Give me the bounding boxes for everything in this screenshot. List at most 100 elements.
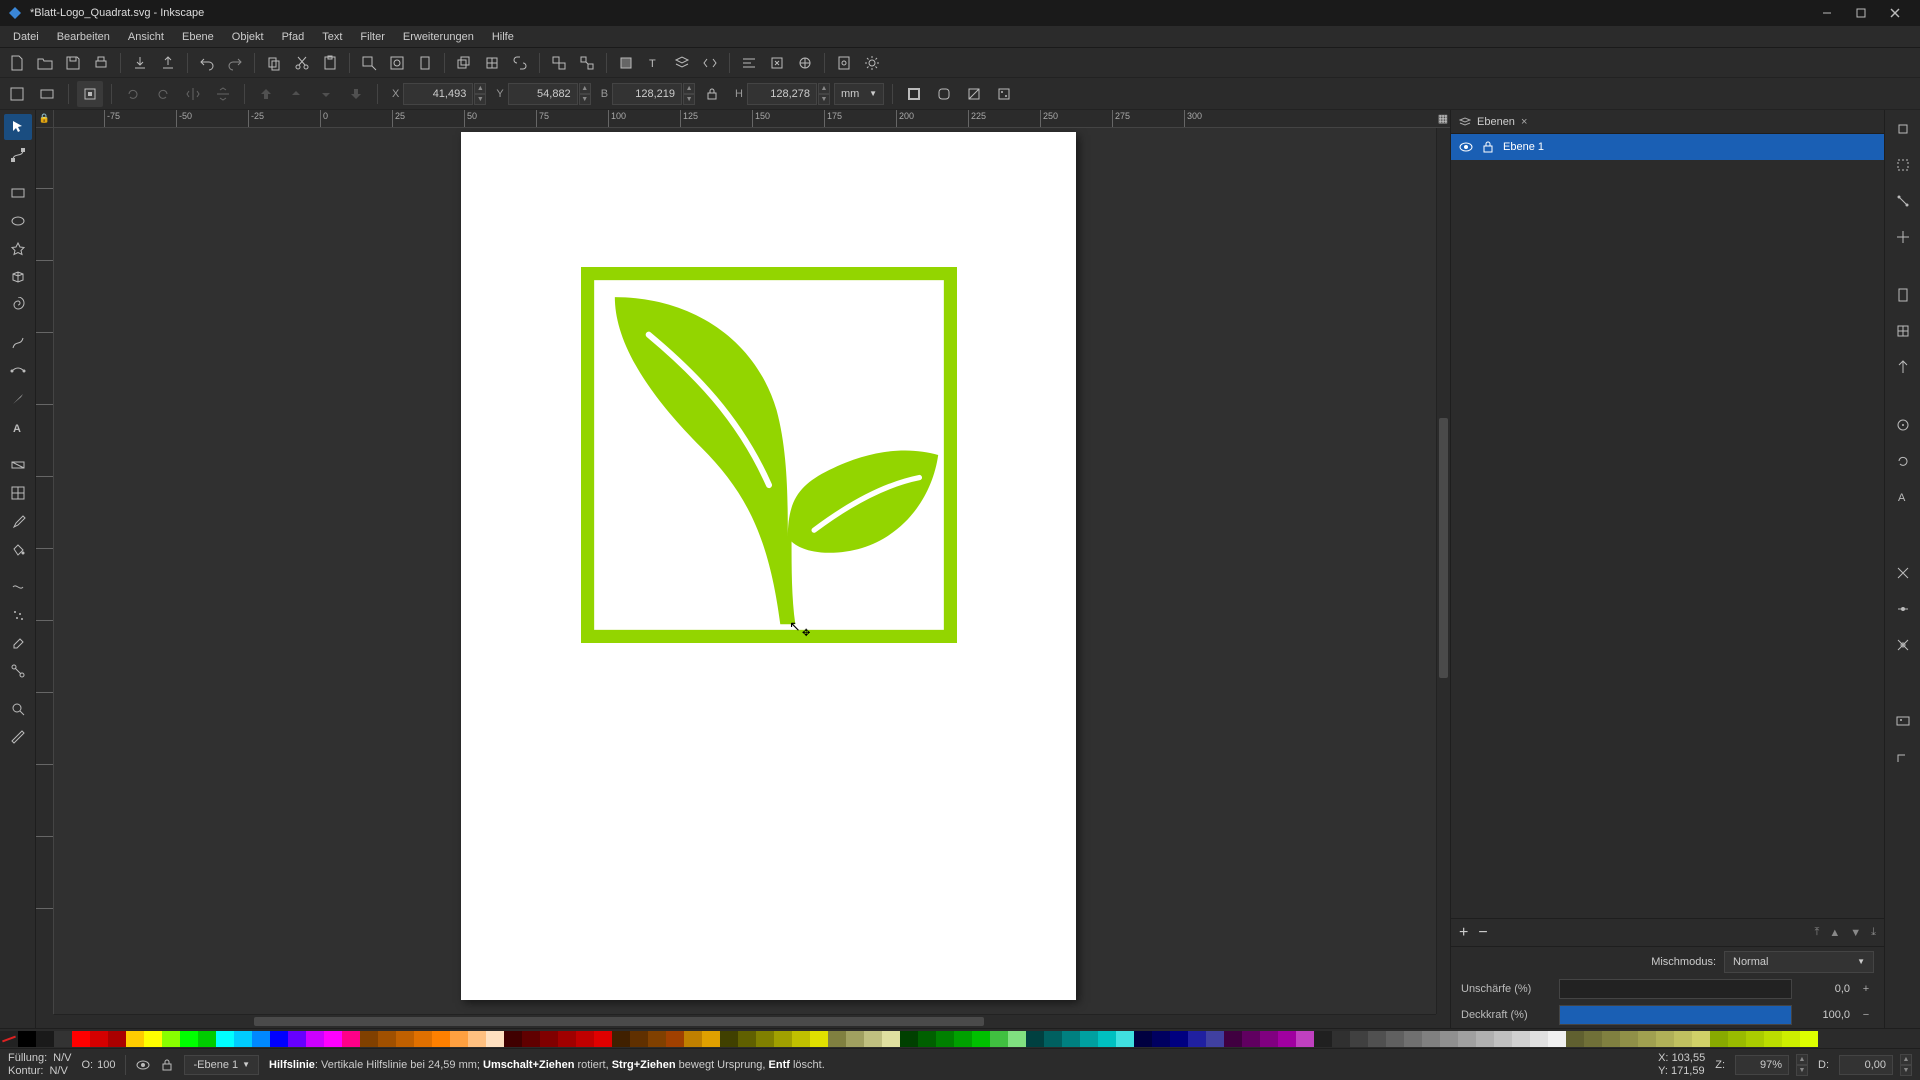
dock-snap-text-button[interactable]: A: [1889, 484, 1917, 510]
cut-button[interactable]: [289, 50, 315, 76]
print-button[interactable]: [88, 50, 114, 76]
color-swatch[interactable]: [756, 1031, 774, 1047]
color-swatch[interactable]: [504, 1031, 522, 1047]
text-dialog-button[interactable]: T: [641, 50, 667, 76]
color-swatch[interactable]: [918, 1031, 936, 1047]
color-swatch[interactable]: [1800, 1031, 1818, 1047]
dock-snap-intersection-button[interactable]: [1889, 632, 1917, 658]
duplicate-button[interactable]: [451, 50, 477, 76]
color-swatch[interactable]: [1602, 1031, 1620, 1047]
color-swatch[interactable]: [702, 1031, 720, 1047]
layers-panel-title[interactable]: Ebenen: [1477, 116, 1515, 128]
color-swatch[interactable]: [1260, 1031, 1278, 1047]
color-swatch[interactable]: [1008, 1031, 1026, 1047]
zoom-page-button[interactable]: [412, 50, 438, 76]
color-swatch[interactable]: [1206, 1031, 1224, 1047]
blur-slider[interactable]: [1559, 979, 1792, 999]
ellipse-tool[interactable]: [4, 208, 32, 234]
color-swatch[interactable]: [216, 1031, 234, 1047]
current-layer-select[interactable]: -Ebene 1▼: [184, 1055, 259, 1075]
zoom-selection-button[interactable]: [356, 50, 382, 76]
color-swatch[interactable]: [90, 1031, 108, 1047]
color-swatch[interactable]: [378, 1031, 396, 1047]
color-swatch[interactable]: [1710, 1031, 1728, 1047]
layers-dialog-button[interactable]: [669, 50, 695, 76]
unlink-clone-button[interactable]: [507, 50, 533, 76]
color-swatch[interactable]: [1584, 1031, 1602, 1047]
color-swatch[interactable]: [720, 1031, 738, 1047]
ungroup-button[interactable]: [574, 50, 600, 76]
color-swatch[interactable]: [1638, 1031, 1656, 1047]
lower-button[interactable]: [313, 81, 339, 107]
w-input[interactable]: 128,219: [612, 83, 682, 105]
color-swatch[interactable]: [1026, 1031, 1044, 1047]
h-input[interactable]: 128,278: [747, 83, 817, 105]
menu-bearbeiten[interactable]: Bearbeiten: [48, 29, 119, 45]
visibility-toggle-icon[interactable]: [136, 1058, 150, 1072]
dropper-tool[interactable]: [4, 508, 32, 534]
color-swatch[interactable]: [468, 1031, 486, 1047]
x-spinner[interactable]: ▲▼: [474, 83, 486, 105]
dock-snap-midpoint-button[interactable]: [1889, 596, 1917, 622]
color-swatch[interactable]: [54, 1031, 72, 1047]
blur-value[interactable]: 0,0: [1800, 983, 1850, 995]
redo-button[interactable]: [222, 50, 248, 76]
color-swatch[interactable]: [180, 1031, 198, 1047]
rotate-cw-button[interactable]: [150, 81, 176, 107]
color-palette[interactable]: [0, 1028, 1920, 1048]
transform-dialog-button[interactable]: [764, 50, 790, 76]
rotation-input[interactable]: 0,00: [1839, 1055, 1893, 1075]
color-swatch[interactable]: [1170, 1031, 1188, 1047]
color-swatch[interactable]: [1134, 1031, 1152, 1047]
remove-layer-button[interactable]: −: [1478, 924, 1487, 942]
color-swatch[interactable]: [1098, 1031, 1116, 1047]
color-swatch[interactable]: [846, 1031, 864, 1047]
color-swatch[interactable]: [144, 1031, 162, 1047]
color-swatch[interactable]: [630, 1031, 648, 1047]
dock-snap-rotation-button[interactable]: [1889, 448, 1917, 474]
group-button[interactable]: [546, 50, 572, 76]
menu-filter[interactable]: Filter: [351, 29, 393, 45]
color-swatch[interactable]: [1764, 1031, 1782, 1047]
opacity-value[interactable]: 100,0: [1800, 1009, 1850, 1021]
color-swatch[interactable]: [1152, 1031, 1170, 1047]
w-spinner[interactable]: ▲▼: [683, 83, 695, 105]
star-tool[interactable]: [4, 236, 32, 262]
color-swatch[interactable]: [1476, 1031, 1494, 1047]
align-dialog-button[interactable]: [736, 50, 762, 76]
color-swatch[interactable]: [882, 1031, 900, 1047]
color-swatch[interactable]: [1548, 1031, 1566, 1047]
vertical-ruler[interactable]: [36, 128, 54, 1014]
color-swatch[interactable]: [306, 1031, 324, 1047]
color-swatch[interactable]: [1494, 1031, 1512, 1047]
horizontal-ruler[interactable]: -75 -50 -25 0 25 50 75 100 125 150 175 2…: [54, 110, 1436, 128]
zoom-drawing-button[interactable]: [384, 50, 410, 76]
color-swatch[interactable]: [1728, 1031, 1746, 1047]
layer-row[interactable]: Ebene 1: [1451, 134, 1884, 160]
color-swatch[interactable]: [1314, 1031, 1332, 1047]
measure-tool[interactable]: [4, 724, 32, 750]
color-swatch[interactable]: [972, 1031, 990, 1047]
color-swatch[interactable]: [1386, 1031, 1404, 1047]
node-tool[interactable]: [4, 142, 32, 168]
dock-snap-corner-button[interactable]: [1889, 744, 1917, 770]
zoom-spinner[interactable]: ▲▼: [1796, 1054, 1808, 1076]
color-swatch[interactable]: [666, 1031, 684, 1047]
select-same-button[interactable]: [34, 81, 60, 107]
menu-ansicht[interactable]: Ansicht: [119, 29, 173, 45]
color-swatch[interactable]: [1422, 1031, 1440, 1047]
color-swatch[interactable]: [324, 1031, 342, 1047]
menu-datei[interactable]: Datei: [4, 29, 48, 45]
dock-snap-image-button[interactable]: [1889, 708, 1917, 734]
menu-objekt[interactable]: Objekt: [223, 29, 273, 45]
opacity-slider[interactable]: [1559, 1005, 1792, 1025]
paint-bucket-tool[interactable]: [4, 536, 32, 562]
new-doc-button[interactable]: [4, 50, 30, 76]
flip-v-button[interactable]: [210, 81, 236, 107]
paste-button[interactable]: [317, 50, 343, 76]
color-swatch[interactable]: [1440, 1031, 1458, 1047]
layer-name[interactable]: Ebene 1: [1503, 141, 1544, 153]
vertical-scrollbar[interactable]: [1436, 128, 1450, 1014]
color-swatch[interactable]: [1188, 1031, 1206, 1047]
color-swatch[interactable]: [1332, 1031, 1350, 1047]
